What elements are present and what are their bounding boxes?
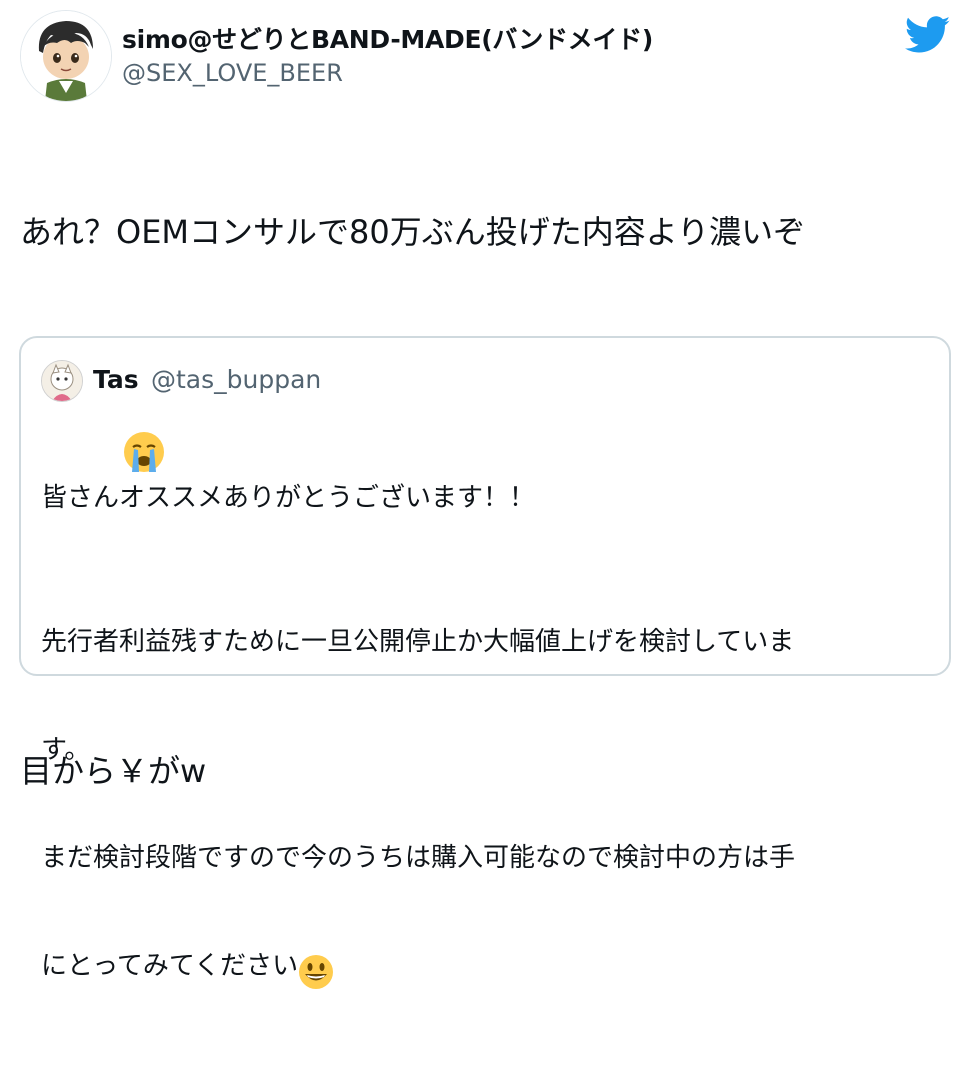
quoted-line-2: 先行者利益残すために一旦公開停止か大幅値上げを検討していま <box>41 627 795 657</box>
twitter-bird-icon[interactable] <box>904 16 951 54</box>
quoted-author-avatar[interactable] <box>41 360 83 402</box>
quoted-line-1: 皆さんオススメありがとうございます！！ <box>41 483 536 513</box>
quoted-line-3: す。 <box>41 735 91 765</box>
quoted-author-display-name[interactable]: Tas <box>93 365 139 394</box>
author-handle[interactable]: @SEX_LOVE_BEER <box>122 59 343 87</box>
grinning-face-emoji-icon <box>298 954 334 994</box>
author-display-name[interactable]: simo@せどりとBAND-MADE(バンドメイド) <box>122 20 653 56</box>
tweet-line-1: あれ？OEMコンサルで80万ぶん投げた内容より濃いぞ <box>20 213 806 251</box>
quoted-line-5-text: にとってみてください <box>41 951 299 981</box>
quoted-author-handle[interactable]: @tas_buppan <box>151 365 321 394</box>
author-avatar[interactable] <box>20 10 112 102</box>
quoted-tweet-card[interactable]: Tas @tas_buppan 皆さんオススメありがとうございます！！ 先行者利… <box>19 336 951 989</box>
quoted-tweet-text: 皆さんオススメありがとうございます！！ 先行者利益残すために一旦公開停止か大幅値… <box>41 408 931 1066</box>
quoted-line-4: まだ検討段階ですので今のうちは購入可能なので検討中の方は手 <box>41 843 796 873</box>
quoted-line-5: にとってみてください <box>41 948 931 994</box>
